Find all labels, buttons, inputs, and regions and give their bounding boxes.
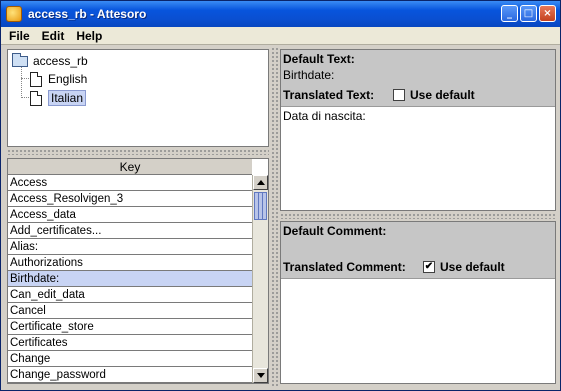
table-row[interactable]: Can_edit_data [8,287,252,303]
translated-text-label: Translated Text: [283,88,375,102]
use-default-label: Use default [410,88,475,102]
tree-node-english[interactable]: English [30,70,87,88]
folder-icon [12,52,28,67]
table-row[interactable]: Access_data [8,207,252,223]
left-splitter[interactable] [7,149,269,155]
menu-bar: File Edit Help [1,27,560,45]
menu-edit[interactable]: Edit [38,29,69,43]
close-button[interactable]: × [539,5,556,22]
comment-editor-panel: Default Comment: Translated Comment: ✔ U… [280,221,556,384]
tree-node-root[interactable]: access_rb [12,52,88,70]
scroll-thumb[interactable] [254,192,267,220]
resource-tree[interactable]: access_rb English Italian [7,49,269,147]
table-row[interactable]: Access [8,175,252,191]
tree-node-label: English [48,72,88,86]
key-table[interactable]: Key Access Access_Resolvigen_3 Access_da… [7,158,269,384]
scroll-down-icon[interactable] [253,368,268,383]
table-row-selected[interactable]: Birthdate: [8,271,252,287]
right-splitter[interactable] [280,213,556,219]
menu-help[interactable]: Help [72,29,106,43]
vertical-splitter[interactable] [271,47,278,387]
app-icon[interactable] [6,6,22,22]
scroll-up-icon[interactable] [253,175,268,190]
checkmark-icon[interactable]: ✔ [423,261,435,273]
table-row[interactable]: Certificate_store [8,319,252,335]
use-default-label: Use default [440,260,505,274]
comment-use-default-checkbox[interactable]: ✔ Use default [423,260,505,274]
default-text-label: Default Text: [283,52,355,66]
minimize-button[interactable]: _ [501,5,518,22]
app-window: access_rb - Attesoro _ □ × File Edit Hel… [0,0,561,391]
document-icon [30,71,42,87]
tree-node-label: access_rb [33,54,88,68]
tree-node-italian[interactable]: Italian [30,89,87,107]
key-rows: Access Access_Resolvigen_3 Access_data A… [8,175,252,383]
translated-comment-input[interactable] [281,278,555,383]
menu-file[interactable]: File [5,29,34,43]
table-row[interactable]: Change_password [8,367,252,383]
translated-text-input[interactable]: Data di nascita: [281,106,555,210]
table-row[interactable]: Alias: [8,239,252,255]
table-row[interactable]: Certificates [8,335,252,351]
translated-comment-label: Translated Comment: [283,260,406,274]
text-editor-panel: Default Text: Birthdate: Translated Text… [280,49,556,211]
default-comment-label: Default Comment: [283,224,387,238]
title-bar[interactable]: access_rb - Attesoro _ □ × [1,1,560,27]
table-row[interactable]: Cancel [8,303,252,319]
tree-node-label: Italian [48,90,87,106]
table-row[interactable]: Change [8,351,252,367]
table-row[interactable]: Access_Resolvigen_3 [8,191,252,207]
tree-connector [21,66,22,98]
column-header-key[interactable]: Key [8,159,252,175]
maximize-button[interactable]: □ [520,5,537,22]
table-row[interactable]: Add_certificates... [8,223,252,239]
document-icon [30,90,42,106]
table-row[interactable]: Authorizations [8,255,252,271]
translated-use-default-checkbox[interactable]: Use default [393,88,475,102]
default-text-value: Birthdate: [283,68,335,82]
window-title: access_rb - Attesoro [28,7,147,21]
vertical-scrollbar[interactable] [252,175,268,383]
window-controls: _ □ × [501,5,556,22]
checkbox-unchecked-icon[interactable] [393,89,405,101]
